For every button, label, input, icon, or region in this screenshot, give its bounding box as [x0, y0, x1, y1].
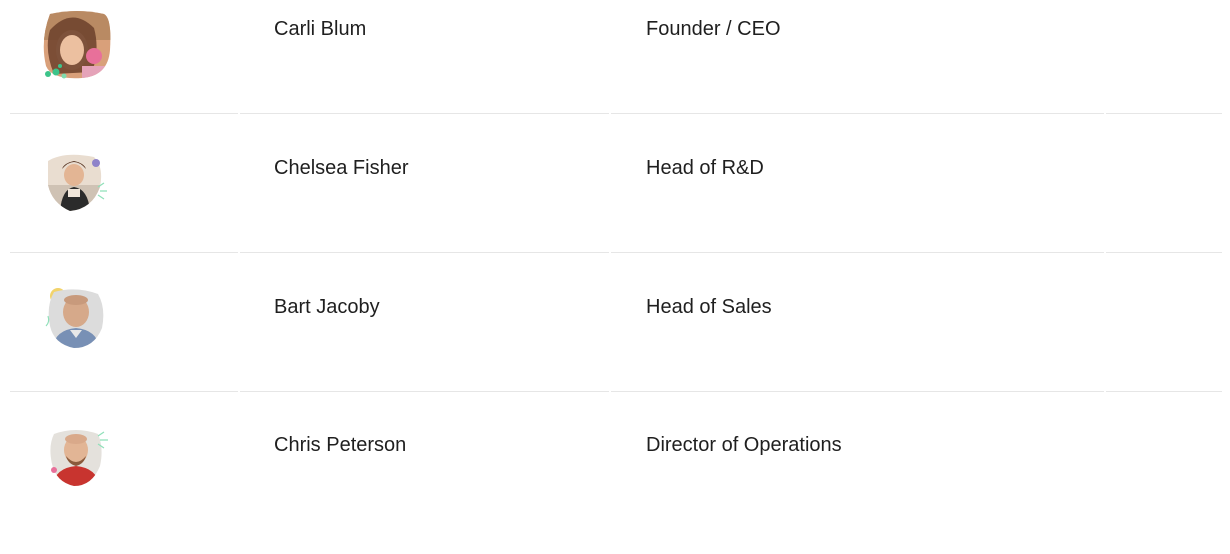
member-role: Director of Operations — [646, 434, 842, 456]
role-cell: Head of Sales — [611, 278, 1104, 416]
row-divider — [611, 252, 1104, 253]
member-role: Head of Sales — [646, 296, 772, 318]
name-cell: Chris Peterson — [240, 416, 609, 554]
role-cell: Founder / CEO — [611, 0, 1104, 138]
avatar-cell — [0, 0, 238, 138]
extra-cell — [1106, 278, 1222, 416]
extra-cell — [1106, 416, 1222, 554]
row-divider — [1106, 113, 1222, 114]
row-divider — [10, 113, 238, 114]
extra-cell — [1106, 139, 1222, 277]
row-divider — [611, 113, 1104, 114]
member-name: Bart Jacoby — [274, 296, 380, 318]
member-name: Carli Blum — [274, 18, 367, 40]
row-divider — [240, 252, 609, 253]
avatar — [50, 430, 108, 486]
row-divider — [240, 113, 609, 114]
name-cell: Bart Jacoby — [240, 278, 609, 416]
member-name: Chelsea Fisher — [274, 157, 409, 179]
name-cell: Carli Blum — [240, 0, 609, 138]
team-row: Carli Blum Founder / CEO — [0, 0, 1230, 138]
avatar — [48, 154, 107, 211]
extra-cell — [1106, 0, 1222, 138]
team-table: Carli Blum Founder / CEO Chelsea Fisher … — [0, 0, 1230, 487]
role-cell: Director of Operations — [611, 416, 1104, 554]
row-divider — [10, 252, 238, 253]
role-cell: Head of R&D — [611, 139, 1104, 277]
row-divider — [1106, 252, 1222, 253]
avatar-cell — [0, 139, 238, 277]
row-divider — [611, 391, 1104, 392]
avatar-cell — [0, 278, 238, 416]
team-row: Chelsea Fisher Head of R&D — [0, 139, 1230, 277]
row-divider — [1106, 391, 1222, 392]
member-role: Head of R&D — [646, 157, 764, 179]
member-role: Founder / CEO — [646, 18, 781, 40]
avatar — [45, 288, 104, 349]
avatar — [43, 11, 111, 79]
team-row: Bart Jacoby Head of Sales — [0, 278, 1230, 416]
avatar-cell — [0, 416, 238, 554]
team-row: Chris Peterson Director of Operations — [0, 416, 1230, 554]
name-cell: Chelsea Fisher — [240, 139, 609, 277]
row-divider — [240, 391, 609, 392]
row-divider — [10, 391, 238, 392]
member-name: Chris Peterson — [274, 434, 407, 456]
